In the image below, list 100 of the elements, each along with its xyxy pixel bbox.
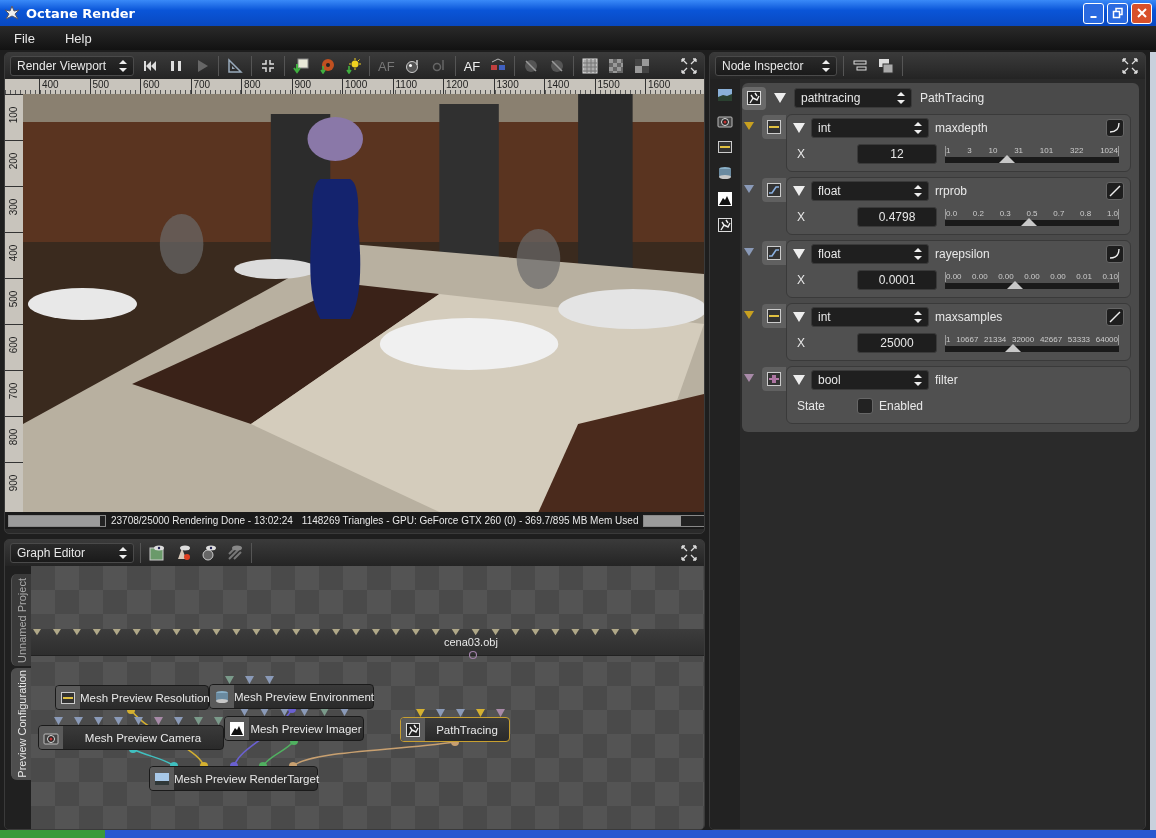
collapse-icon[interactable] xyxy=(793,249,805,259)
curve-icon[interactable] xyxy=(1106,245,1125,263)
minimize-icon xyxy=(1090,15,1097,18)
crossed-sphere-icon[interactable] xyxy=(523,58,540,74)
slider-thumb[interactable] xyxy=(998,154,1015,163)
node-label: Mesh Preview Imager xyxy=(249,722,363,735)
shrink-icon[interactable] xyxy=(260,58,276,74)
magnifier-icon[interactable] xyxy=(430,58,447,74)
slider[interactable]: 0.0 0.2 0.3 0.5 0.7 0.8 1.0 xyxy=(945,208,1119,226)
figure-icon[interactable] xyxy=(717,217,733,233)
fullscreen-icon[interactable] xyxy=(681,58,697,74)
slider-thumb[interactable] xyxy=(1004,343,1021,352)
checkbox-label: Enabled xyxy=(879,399,924,413)
collapse-icon[interactable] xyxy=(774,93,786,103)
float-type-icon xyxy=(766,245,782,261)
windows-icon[interactable] xyxy=(878,58,894,74)
tick-label: 0.2 xyxy=(972,208,984,219)
output-pin-icon xyxy=(468,650,478,660)
graph-node[interactable]: PathTracing xyxy=(400,717,510,742)
node-type-select[interactable]: pathtracing xyxy=(794,88,912,108)
graph-node[interactable]: Mesh Preview Environment xyxy=(209,684,374,709)
histogram-icon[interactable] xyxy=(717,191,733,207)
type-select[interactable]: int xyxy=(811,118,929,138)
axis-label: X xyxy=(796,273,806,287)
slider-thumb[interactable] xyxy=(1020,217,1037,226)
fullscreen-icon[interactable] xyxy=(1122,58,1139,74)
minimize-button[interactable] xyxy=(1083,2,1104,24)
tick-label: 0.5 xyxy=(1026,208,1038,219)
spinner-arrows-icon xyxy=(118,59,128,73)
camera-icon[interactable] xyxy=(717,113,733,129)
import-icon[interactable] xyxy=(293,58,309,74)
graph-node[interactable]: Mesh Preview Imager xyxy=(224,716,364,741)
disc-icon[interactable] xyxy=(319,58,335,74)
panel-selector[interactable]: Graph Editor xyxy=(10,543,134,563)
resolution-icon[interactable] xyxy=(717,139,733,155)
crossed-sphere-icon[interactable] xyxy=(549,58,566,74)
graph-node[interactable]: Mesh Preview Camera xyxy=(38,725,224,750)
collapse-icon[interactable] xyxy=(793,312,805,322)
cylinder-icon[interactable] xyxy=(717,165,733,181)
node-label: PathTracing xyxy=(435,723,499,736)
slider[interactable]: 1 10667 21334 32000 42667 53333 64000 xyxy=(945,334,1119,352)
tick-label: 0.7 xyxy=(1053,208,1065,219)
menu-item[interactable]: File xyxy=(6,30,43,46)
tick-label: 0.3 xyxy=(999,208,1011,219)
start-button[interactable] xyxy=(0,830,105,838)
tick-label: 1 xyxy=(946,145,951,156)
axis-label: X xyxy=(796,147,806,161)
ruler-label: 300 xyxy=(8,198,20,216)
value-field[interactable]: 0.0001 xyxy=(857,270,937,290)
slider[interactable]: 1 3 10 31 101 322 1024 xyxy=(945,145,1119,163)
skip-back-icon[interactable] xyxy=(142,58,158,74)
checkbox[interactable] xyxy=(857,398,873,414)
tick-label: 31 xyxy=(1014,145,1024,156)
graph-node[interactable]: Mesh Preview RenderTarget xyxy=(149,766,318,791)
rendertarget-icon xyxy=(154,770,170,787)
graph-node[interactable]: Mesh Preview Resolution xyxy=(55,685,209,710)
picture-icon[interactable] xyxy=(717,87,733,103)
spinner-arrows-icon xyxy=(913,310,923,324)
value-field[interactable]: 0.4798 xyxy=(857,207,937,227)
type-select[interactable]: int xyxy=(811,307,929,327)
tick-label: 0.01 xyxy=(1076,271,1092,282)
autofocus-button[interactable]: AF xyxy=(461,58,483,74)
ruler-label: 400 xyxy=(8,244,20,262)
vertical-tab[interactable]: Preview Configuration xyxy=(11,668,31,780)
sun-icon[interactable] xyxy=(345,58,361,74)
close-button[interactable] xyxy=(1131,2,1152,24)
spinner-arrows-icon xyxy=(821,59,831,73)
curve-icon[interactable] xyxy=(1106,119,1125,137)
image-save-icon[interactable] xyxy=(149,545,165,561)
pause-icon[interactable] xyxy=(168,58,184,74)
striped-icon[interactable] xyxy=(227,545,243,561)
ruler-label: 900 xyxy=(8,474,20,492)
axis-label: X xyxy=(796,210,806,224)
type-select[interactable]: bool xyxy=(811,370,929,390)
spinner-arrows-icon xyxy=(896,91,906,105)
panel-selector[interactable]: Render Viewport xyxy=(10,56,134,76)
quadrant-icon[interactable] xyxy=(634,58,651,74)
cone-icon[interactable] xyxy=(175,545,191,561)
list-icon[interactable] xyxy=(852,58,868,74)
value-field[interactable]: 12 xyxy=(857,144,937,164)
collapse-icon[interactable] xyxy=(793,375,805,385)
sphere-icon[interactable] xyxy=(201,545,217,561)
sphere-icon[interactable] xyxy=(404,58,421,74)
checker-icon[interactable] xyxy=(608,58,625,74)
type-select[interactable]: float xyxy=(811,181,929,201)
fullscreen-icon[interactable] xyxy=(681,545,697,561)
grid-icon[interactable] xyxy=(582,58,599,74)
maximize-button[interactable] xyxy=(1107,2,1128,24)
collapse-icon[interactable] xyxy=(793,123,805,133)
panel-selector[interactable]: Node Inspector xyxy=(715,56,837,76)
slider[interactable]: 0.00 0.00 0.00 0.00 0.00 0.01 0.10 xyxy=(945,271,1119,289)
value-field[interactable]: 25000 xyxy=(857,333,937,353)
type-select[interactable]: float xyxy=(811,244,929,264)
vertical-tab[interactable]: Unnamed Project xyxy=(11,574,31,666)
slider-thumb[interactable] xyxy=(1006,280,1023,289)
collapse-icon[interactable] xyxy=(793,186,805,196)
tick-label: 32000 xyxy=(1011,334,1035,345)
mesh-node[interactable]: cena03.obj xyxy=(31,629,704,656)
menu-item[interactable]: Help xyxy=(56,30,100,46)
tick-label: 42667 xyxy=(1039,334,1063,345)
